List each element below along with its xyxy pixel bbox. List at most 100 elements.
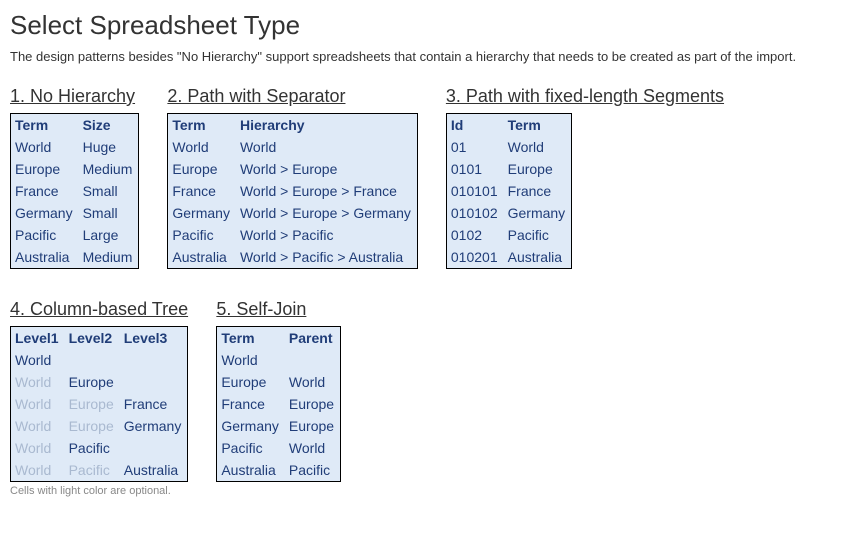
cell [120,349,188,371]
cell: World [504,136,572,158]
pattern-column-tree: 4. Column-based Tree Level1 Level2 Level… [10,299,188,497]
cell: France [120,393,188,415]
cell [285,349,341,371]
cell: Pacific [504,224,572,246]
cell [65,349,120,371]
pattern-title: 3. Path with fixed-length Segments [446,86,724,107]
table-row: FranceWorld > Europe > France [168,180,418,202]
cell: World > Pacific [236,224,417,246]
cell: World > Europe [236,158,417,180]
cell: Europe [285,393,341,415]
cell: Europe [168,158,236,180]
cell: Medium [79,246,139,269]
table-row: GermanyWorld > Europe > Germany [168,202,418,224]
table-row: PacificWorld [217,437,341,459]
col-header: Size [79,114,139,137]
pattern-title: 1. No Hierarchy [10,86,139,107]
cell: Australia [217,459,285,482]
col-header: Level2 [65,327,120,350]
sheet-self-join: Term Parent World EuropeWorld FranceEuro… [216,326,341,482]
col-header: Term [11,114,79,137]
cell-optional: World [11,415,65,437]
cell: World > Europe > Germany [236,202,417,224]
cell: Pacific [168,224,236,246]
pattern-self-join: 5. Self-Join Term Parent World EuropeWor… [216,299,341,482]
cell: World > Europe > France [236,180,417,202]
cell: Europe [65,371,120,393]
cell: Europe [217,371,285,393]
table-row: 010201Australia [446,246,571,269]
pattern-path-separator: 2. Path with Separator Term Hierarchy Wo… [167,86,418,269]
table-row: 010101France [446,180,571,202]
cell-optional: World [11,437,65,459]
table-row: EuropeWorld [217,371,341,393]
table-row: 0102Pacific [446,224,571,246]
table-row: 01World [446,136,571,158]
cell: Germany [120,415,188,437]
table-row: EuropeMedium [11,158,139,180]
cell: 010201 [446,246,503,269]
cell-optional: Europe [65,393,120,415]
cell: World [285,371,341,393]
cell: Pacific [65,437,120,459]
col-header: Hierarchy [236,114,417,137]
cell: World [11,349,65,371]
sheet-fixed-segments: Id Term 01World 0101Europe 010101France … [446,113,572,269]
cell: World [285,437,341,459]
cell: Large [79,224,139,246]
table-row: World Pacific [11,437,188,459]
table-row: AustraliaPacific [217,459,341,482]
cell: Pacific [285,459,341,482]
table-row: World Europe France [11,393,188,415]
cell: Europe [285,415,341,437]
cell-optional: World [11,459,65,482]
table-row: PacificWorld > Pacific [168,224,418,246]
cell: France [504,180,572,202]
cell-optional: Europe [65,415,120,437]
cell: 0102 [446,224,503,246]
table-row: EuropeWorld > Europe [168,158,418,180]
table-row: AustraliaWorld > Pacific > Australia [168,246,418,269]
cell: Australia [504,246,572,269]
cell: Small [79,202,139,224]
cell: World [236,136,417,158]
col-header: Term [217,327,285,350]
cell: Europe [11,158,79,180]
cell: Germany [217,415,285,437]
sheet-path-separator: Term Hierarchy WorldWorld EuropeWorld > … [167,113,418,269]
row-1: 1. No Hierarchy Term Size WorldHuge Euro… [10,86,851,269]
row-2: 4. Column-based Tree Level1 Level2 Level… [10,299,851,497]
pattern-title: 5. Self-Join [216,299,341,320]
table-row: World Europe Germany [11,415,188,437]
cell: 01 [446,136,503,158]
cell [120,371,188,393]
table-row: WorldHuge [11,136,139,158]
col-header: Parent [285,327,341,350]
cell: 010101 [446,180,503,202]
pattern-fixed-segments: 3. Path with fixed-length Segments Id Te… [446,86,724,269]
pattern-no-hierarchy: 1. No Hierarchy Term Size WorldHuge Euro… [10,86,139,269]
cell: Germany [168,202,236,224]
table-row: GermanySmall [11,202,139,224]
cell: Small [79,180,139,202]
cell: Germany [504,202,572,224]
col-header: Id [446,114,503,137]
table-row: GermanyEurope [217,415,341,437]
cell: Pacific [11,224,79,246]
table-row: World Pacific Australia [11,459,188,482]
table-row: World [217,349,341,371]
table-row: World Europe [11,371,188,393]
cell: World [168,136,236,158]
table-row: PacificLarge [11,224,139,246]
cell-optional: World [11,371,65,393]
table-row: 010102Germany [446,202,571,224]
col-header: Level1 [11,327,65,350]
cell: Australia [11,246,79,269]
cell: Medium [79,158,139,180]
cell: 010102 [446,202,503,224]
cell: World > Pacific > Australia [236,246,417,269]
footnote: Cells with light color are optional. [10,485,188,497]
pattern-title: 2. Path with Separator [167,86,418,107]
cell-optional: World [11,393,65,415]
table-row: WorldWorld [168,136,418,158]
